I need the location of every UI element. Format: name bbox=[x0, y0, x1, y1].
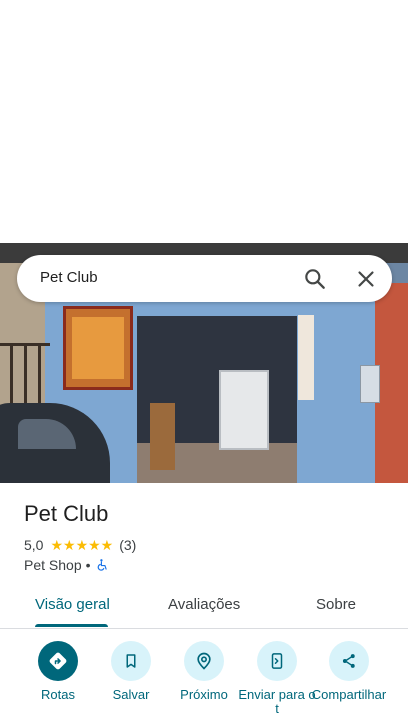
nearby-icon bbox=[184, 641, 224, 681]
wheelchair-accessible-icon bbox=[95, 558, 109, 572]
close-icon[interactable] bbox=[353, 266, 379, 292]
poster bbox=[298, 315, 314, 400]
directions-icon bbox=[38, 641, 78, 681]
tab-overview[interactable]: Visão geral bbox=[35, 596, 110, 613]
counter bbox=[150, 403, 175, 470]
rating-row[interactable]: 5,0 ★★★★★ (3) bbox=[24, 536, 136, 554]
save-button[interactable]: Salvar bbox=[91, 641, 171, 702]
rating-value: 5,0 bbox=[24, 537, 44, 553]
search-icon[interactable] bbox=[302, 266, 328, 292]
electric-meter bbox=[360, 365, 380, 403]
shop-sign bbox=[63, 306, 133, 390]
directions-button[interactable]: Rotas bbox=[18, 641, 98, 702]
tab-bar: Visão geral Avaliações Sobre bbox=[0, 588, 408, 629]
place-title: Pet Club bbox=[24, 501, 109, 526]
tab-reviews[interactable]: Avaliações bbox=[168, 596, 240, 613]
send-to-phone-button[interactable]: Enviar para o t bbox=[237, 641, 317, 716]
active-tab-indicator bbox=[35, 624, 108, 627]
send-to-phone-icon bbox=[257, 641, 297, 681]
share-icon bbox=[329, 641, 369, 681]
category-label: Pet Shop bbox=[24, 557, 82, 573]
blank-area bbox=[0, 0, 408, 243]
share-button[interactable]: Compartilhar bbox=[309, 641, 389, 702]
search-input[interactable]: Pet Club bbox=[40, 269, 98, 286]
star-rating: ★★★★★ bbox=[50, 536, 114, 553]
directions-label: Rotas bbox=[41, 687, 75, 702]
separator-dot: • bbox=[85, 557, 91, 573]
nearby-label: Próximo bbox=[180, 687, 228, 702]
tab-about[interactable]: Sobre bbox=[316, 596, 356, 613]
shelf bbox=[219, 370, 269, 450]
share-label: Compartilhar bbox=[311, 687, 387, 702]
nearby-button[interactable]: Próximo bbox=[164, 641, 244, 702]
send-to-phone-label: Enviar para o t bbox=[238, 687, 316, 716]
review-count: (3) bbox=[119, 537, 137, 553]
save-label: Salvar bbox=[112, 687, 150, 702]
search-bar[interactable]: Pet Club bbox=[17, 255, 392, 302]
bookmark-icon bbox=[111, 641, 151, 681]
category-row: Pet Shop • bbox=[24, 556, 109, 574]
